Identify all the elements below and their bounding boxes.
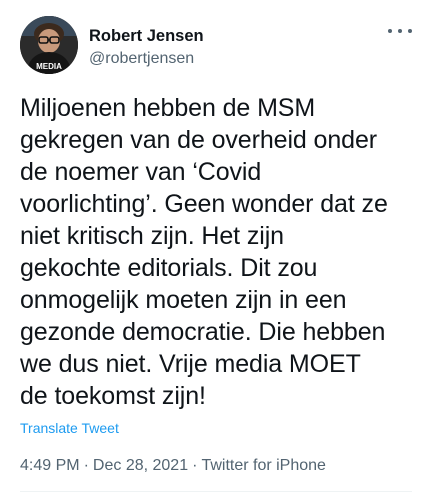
avatar-shirt-text: MEDIA bbox=[36, 62, 62, 71]
tweet-card: MEDIA Robert Jensen @robertjensen Miljoe… bbox=[0, 0, 428, 500]
translate-tweet-link[interactable]: Translate Tweet bbox=[20, 419, 119, 437]
divider bbox=[20, 491, 412, 492]
more-options-icon[interactable] bbox=[388, 24, 412, 38]
more-dot bbox=[398, 29, 402, 33]
tweet-time[interactable]: 4:49 PM bbox=[20, 457, 80, 474]
tweet-metadata: 4:49 PM · Dec 28, 2021 · Twitter for iPhone bbox=[20, 455, 326, 477]
author-handle[interactable]: @robertjensen bbox=[89, 48, 204, 70]
more-dot bbox=[408, 29, 412, 33]
tweet-text: Miljoenen hebben de MSM gekregen van de … bbox=[20, 94, 388, 410]
more-dot bbox=[388, 29, 392, 33]
tweet-date[interactable]: Dec 28, 2021 bbox=[93, 457, 188, 474]
meta-separator: · bbox=[83, 457, 89, 474]
tweet-header: MEDIA Robert Jensen @robertjensen bbox=[20, 16, 412, 76]
avatar[interactable]: MEDIA bbox=[20, 16, 78, 74]
tweet-source[interactable]: Twitter for iPhone bbox=[201, 457, 326, 474]
author-names: Robert Jensen @robertjensen bbox=[89, 26, 204, 70]
avatar-image: MEDIA bbox=[20, 16, 78, 74]
author-display-name[interactable]: Robert Jensen bbox=[89, 26, 204, 46]
meta-separator: · bbox=[192, 457, 198, 474]
